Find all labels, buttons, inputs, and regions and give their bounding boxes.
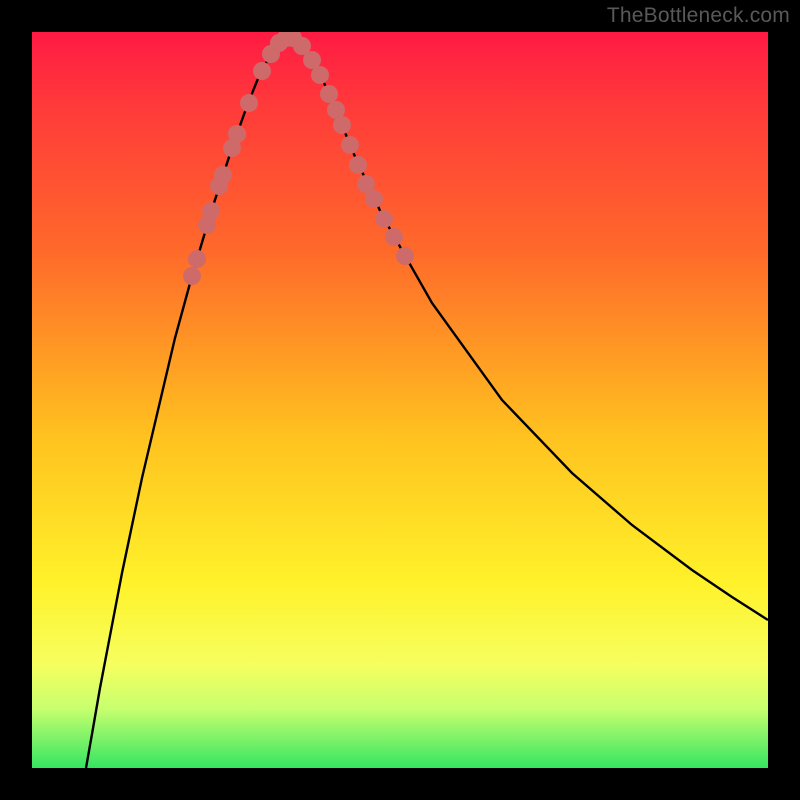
marker-dot xyxy=(385,228,403,246)
chart-svg xyxy=(32,32,768,768)
stage: TheBottleneck.com xyxy=(0,0,800,800)
marker-dot xyxy=(202,202,220,220)
watermark-text: TheBottleneck.com xyxy=(607,4,790,28)
curve-left-branch xyxy=(86,37,290,768)
marker-dot xyxy=(341,136,359,154)
curve-group xyxy=(86,37,768,768)
gradient-plot-area xyxy=(32,32,768,768)
marker-dot xyxy=(253,62,271,80)
marker-dot xyxy=(240,94,258,112)
marker-dot xyxy=(228,125,246,143)
marker-dot xyxy=(375,210,393,228)
marker-dot xyxy=(311,66,329,84)
marker-dot xyxy=(349,156,367,174)
marker-dot xyxy=(320,85,338,103)
marker-dot xyxy=(365,190,383,208)
curve-right-branch xyxy=(290,37,768,620)
marker-group xyxy=(183,32,414,285)
marker-dot xyxy=(183,267,201,285)
marker-dot xyxy=(214,166,232,184)
marker-dot xyxy=(333,116,351,134)
marker-dot xyxy=(396,247,414,265)
marker-dot xyxy=(188,250,206,268)
